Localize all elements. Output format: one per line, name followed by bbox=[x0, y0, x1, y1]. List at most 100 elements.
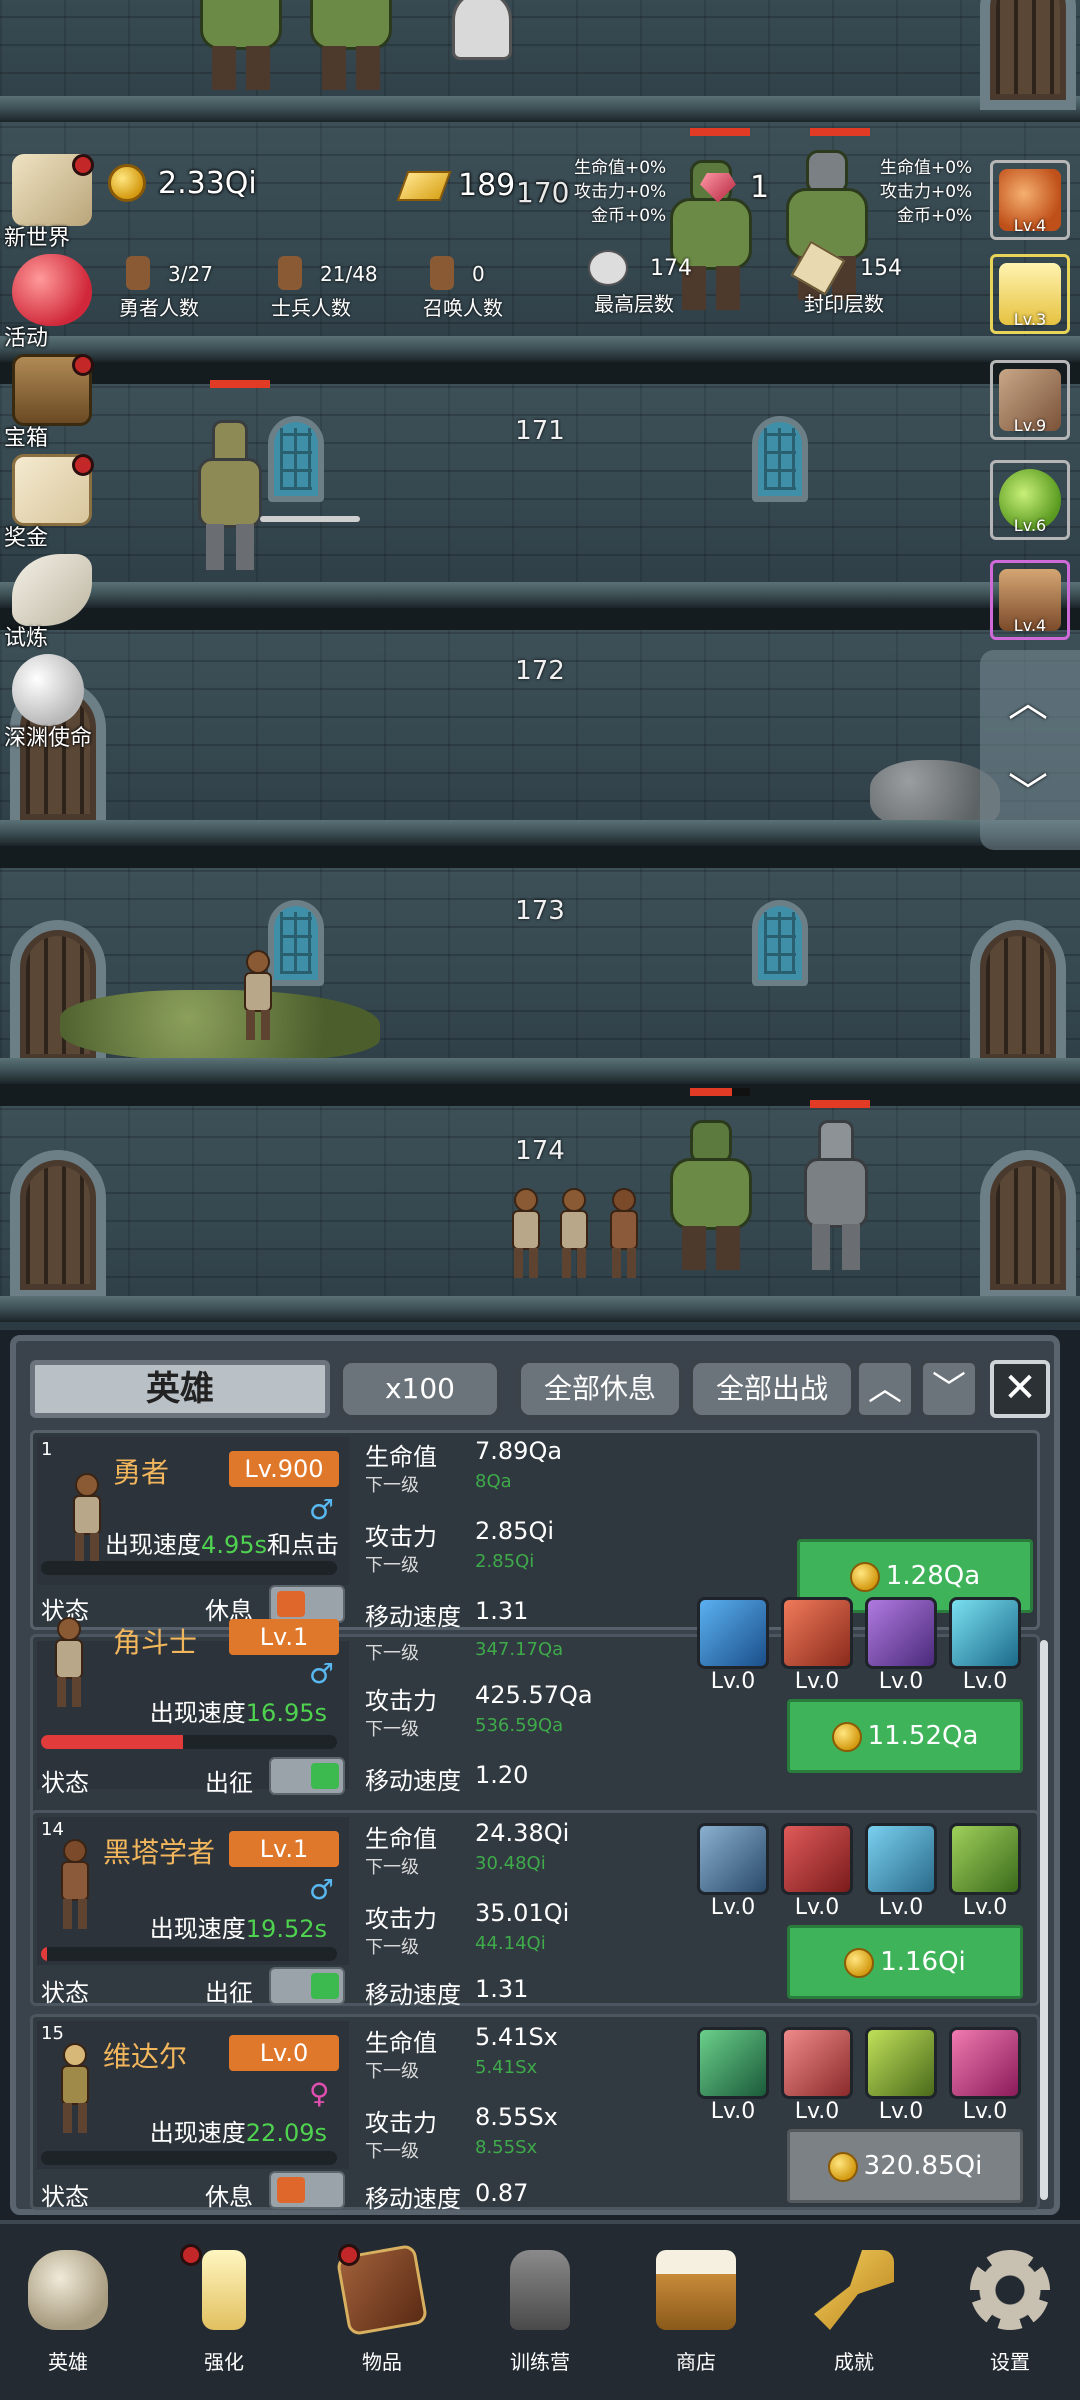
atk-next-value: 8.55Sx bbox=[475, 2137, 538, 2158]
close-panel-button[interactable]: ✕ bbox=[990, 1360, 1050, 1418]
move-speed-value: 0.87 bbox=[475, 2179, 529, 2207]
window bbox=[268, 900, 324, 986]
state-value: 休息 bbox=[205, 2183, 253, 2210]
floor-gap bbox=[0, 1084, 1080, 1106]
move-speed-value: 1.31 bbox=[475, 1597, 529, 1625]
gem-amount: 1 bbox=[750, 170, 770, 205]
ghost-enemy bbox=[452, 0, 512, 60]
orc-enemy bbox=[300, 0, 400, 90]
hero-level-badge: Lv.0 bbox=[229, 2035, 339, 2071]
speed-prefix: 出现速度 bbox=[149, 1915, 246, 1943]
atk-value: 425.57Qa bbox=[475, 1681, 593, 1709]
nav-training-camp[interactable]: 训练营 bbox=[480, 2250, 600, 2390]
atk-label: 攻击力 bbox=[365, 1905, 437, 1933]
skill-crystal-shield-icon[interactable] bbox=[697, 1823, 769, 1895]
move-speed-value: 1.20 bbox=[475, 1761, 529, 1789]
gold-coin-icon bbox=[844, 1947, 875, 1978]
gold-amount: 2.33Qi bbox=[158, 165, 257, 201]
gold-coin-icon bbox=[827, 2151, 858, 2182]
soldier-count-value: 21/48 bbox=[320, 262, 378, 286]
abyss-mission-button[interactable]: 深渊使命 bbox=[4, 650, 100, 751]
hero-card-2: 角斗士 Lv.1 ♂ 出现速度16.95s 状态 出征 下一级 347.17Qa… bbox=[30, 1597, 1040, 1830]
abyss-mission-label: 深渊使命 bbox=[4, 726, 93, 751]
skill-dagger-icon[interactable] bbox=[781, 2027, 853, 2099]
speed-suffix: 和点击 bbox=[267, 1531, 339, 1559]
next-level-label: 下一级 bbox=[365, 1719, 419, 1740]
event-button[interactable]: 活动 bbox=[4, 250, 100, 351]
upgrade-cost: 320.85Qi bbox=[863, 2151, 983, 2181]
gear-icon bbox=[970, 2250, 1050, 2330]
monster-slot-1[interactable]: Lv.4 bbox=[990, 160, 1070, 240]
rest-all-button[interactable]: 全部休息 bbox=[518, 1360, 682, 1418]
nav-heroes[interactable]: 英雄 bbox=[8, 2250, 128, 2390]
monster-slot-3[interactable]: Lv.9 bbox=[990, 360, 1070, 440]
deploy-all-button[interactable]: 全部出战 bbox=[690, 1360, 854, 1418]
hero-sprite bbox=[57, 2043, 97, 2139]
state-value: 出征 bbox=[205, 1769, 253, 1797]
new-world-button[interactable]: 新世界 bbox=[4, 150, 100, 251]
treasure-chest-button[interactable]: 宝箱 bbox=[4, 350, 100, 451]
monster-level: Lv.9 bbox=[1013, 416, 1047, 435]
summon-count-label: 召唤人数 bbox=[423, 296, 503, 320]
atk-label: 攻击力 bbox=[365, 1523, 437, 1551]
next-level-label: 下一级 bbox=[365, 1937, 419, 1958]
upgrade-button[interactable]: 1.16Qi bbox=[787, 1925, 1023, 1999]
skill-blade-icon[interactable] bbox=[781, 1597, 853, 1669]
nav-settings[interactable]: 设置 bbox=[950, 2250, 1070, 2390]
bonus-label: 奖金 bbox=[4, 526, 49, 551]
collapse-up-button[interactable]: ︿ bbox=[856, 1360, 914, 1418]
atk-value: 2.85Qi bbox=[475, 1517, 554, 1545]
nav-achievements[interactable]: 成就 bbox=[794, 2250, 914, 2390]
hero-list-scrollbar[interactable] bbox=[1040, 1640, 1048, 2200]
skill-staff-icon[interactable] bbox=[865, 2027, 937, 2099]
skill-frost-icon[interactable] bbox=[697, 1597, 769, 1669]
skill-winged-boot-icon[interactable] bbox=[865, 1823, 937, 1895]
hero-unit bbox=[240, 950, 276, 1040]
collapse-down-button[interactable]: ﹀ bbox=[920, 1360, 978, 1418]
enemy-hp-bar bbox=[810, 128, 870, 136]
upgrade-button[interactable]: 320.85Qi bbox=[787, 2129, 1023, 2203]
nav-shop[interactable]: 商店 bbox=[636, 2250, 756, 2390]
skill-lightning-icon[interactable] bbox=[949, 1597, 1021, 1669]
monster-slot-4[interactable]: Lv.6 bbox=[990, 460, 1070, 540]
skill-wind-shield-icon[interactable] bbox=[697, 2027, 769, 2099]
deploy-toggle[interactable] bbox=[269, 1967, 345, 2005]
hero-unit bbox=[508, 1188, 544, 1278]
sealed-floor-label: 封印层数 bbox=[804, 292, 884, 316]
next-level-label: 下一级 bbox=[365, 1857, 419, 1878]
nav-items[interactable]: 物品 bbox=[322, 2243, 442, 2390]
deploy-toggle[interactable] bbox=[269, 1757, 345, 1795]
skill-boot-icon[interactable] bbox=[865, 1597, 937, 1669]
multiplier-button[interactable]: x100 bbox=[340, 1360, 500, 1418]
deploy-toggle[interactable] bbox=[269, 2171, 345, 2209]
hero-unit bbox=[556, 1188, 592, 1278]
hp-label: 生命值 bbox=[365, 1443, 437, 1471]
window bbox=[268, 416, 324, 502]
trial-button[interactable]: 试炼 bbox=[4, 550, 100, 651]
spawn-speed: 出现速度19.52s bbox=[150, 1909, 327, 1944]
upgrade-button[interactable]: 11.52Qa bbox=[787, 1699, 1023, 1773]
deploy-toggle[interactable] bbox=[269, 1585, 345, 1623]
next-level-label: 下一级 bbox=[365, 2061, 419, 2082]
hero-count-label: 勇者人数 bbox=[119, 296, 199, 320]
skill-sword-icon[interactable] bbox=[781, 1823, 853, 1895]
stone-icon bbox=[588, 250, 628, 286]
orc-enemy bbox=[190, 0, 290, 90]
skill-level: Lv.0 bbox=[962, 2099, 1008, 2124]
move-speed-value: 1.31 bbox=[475, 1975, 529, 2003]
bonus-button[interactable]: 奖金 bbox=[4, 450, 100, 551]
hp-next-value: 30.48Qi bbox=[475, 1853, 546, 1874]
monster-slot-5[interactable]: Lv.4 bbox=[990, 560, 1070, 640]
hero-level-badge: Lv.1 bbox=[229, 1831, 339, 1867]
bonus-stats-left: 生命值+0% 攻击力+0% 金币+0% bbox=[574, 156, 666, 228]
floor-gap bbox=[0, 362, 1080, 384]
skill-boot-icon[interactable] bbox=[949, 2027, 1021, 2099]
scroll-up-icon[interactable]: ︿ bbox=[1008, 670, 1048, 728]
soldier-count-label: 士兵人数 bbox=[271, 296, 351, 320]
scroll-down-icon[interactable]: ﹀ bbox=[1008, 760, 1048, 818]
move-speed-label: 移动速度 bbox=[365, 1767, 461, 1795]
hero-sprite bbox=[51, 1617, 91, 1733]
nav-enhance[interactable]: 强化 bbox=[164, 2244, 284, 2390]
skill-helmet-icon[interactable] bbox=[949, 1823, 1021, 1895]
monster-slot-2[interactable]: Lv.3 bbox=[990, 254, 1070, 334]
